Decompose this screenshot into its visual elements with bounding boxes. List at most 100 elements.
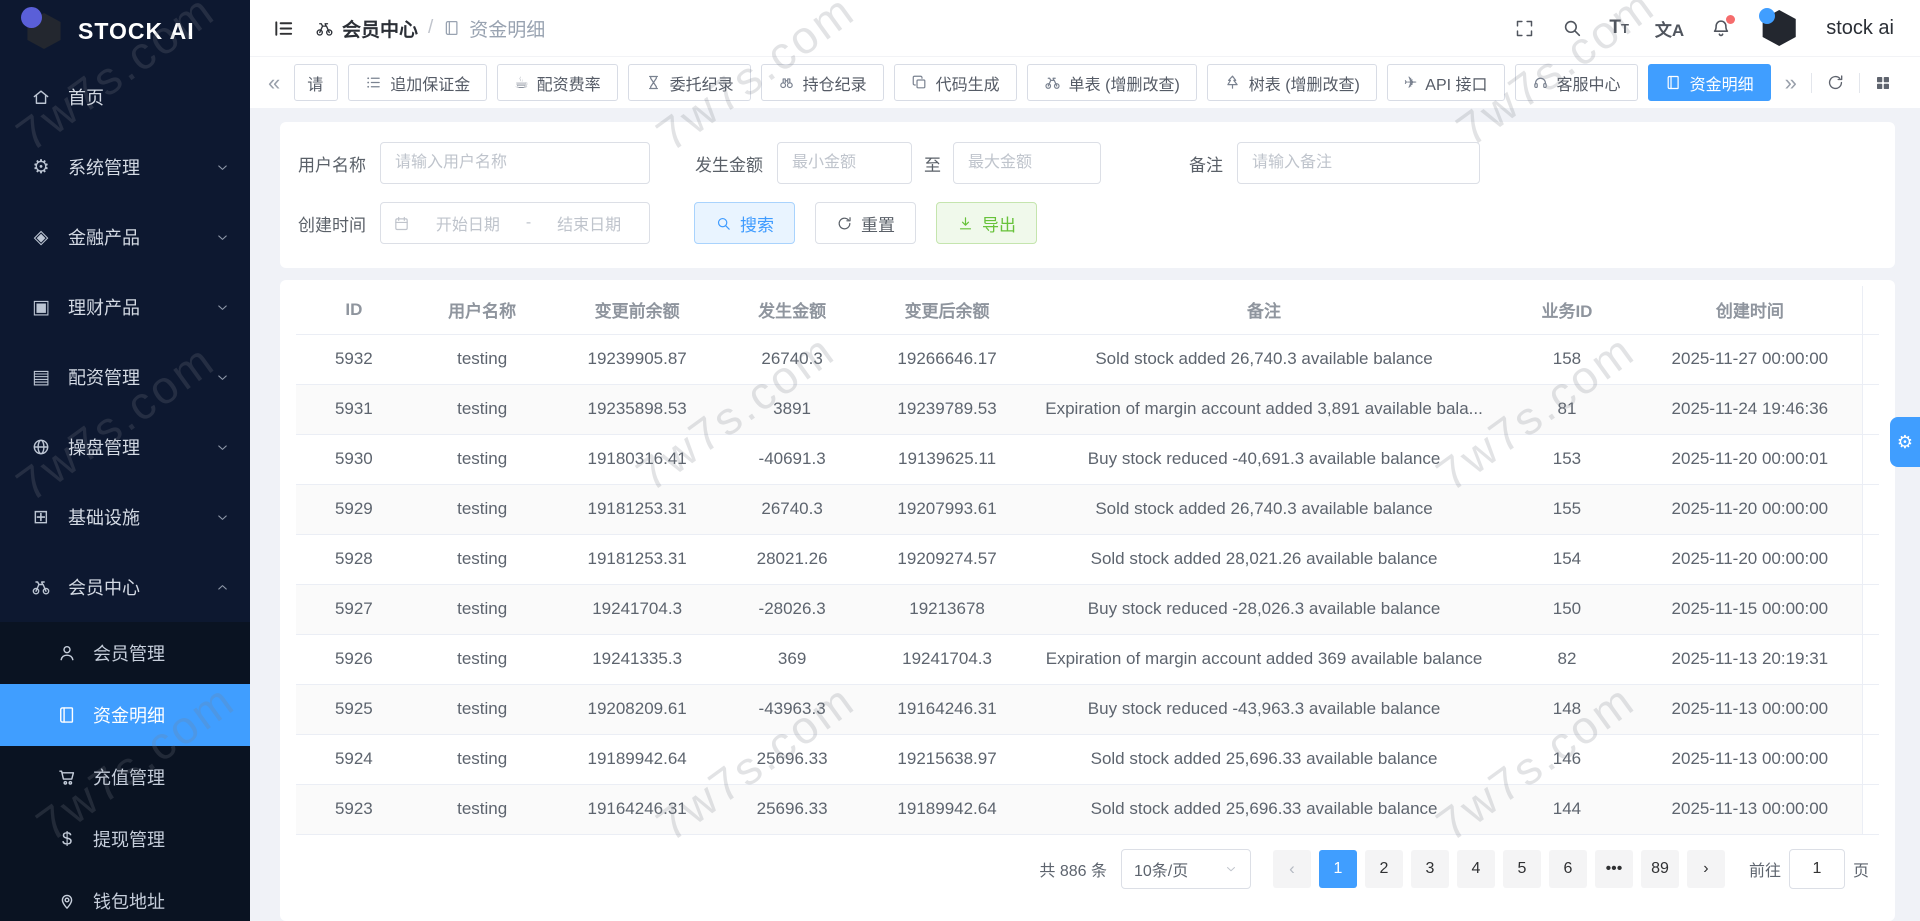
sidebar-item-home[interactable]: 首页 [0, 62, 250, 132]
chevron-down-icon [1224, 862, 1238, 876]
headset-icon [1532, 74, 1549, 91]
tab-tree-table-crud[interactable]: 树表 (增删改查) [1207, 64, 1377, 101]
refresh-icon[interactable] [1822, 73, 1849, 92]
sidebar-item-withdrawal-management[interactable]: $ 提现管理 [0, 808, 250, 870]
sidebar-item-system[interactable]: ⚙ 系统管理 [0, 132, 250, 202]
page-number-button[interactable]: ••• [1595, 850, 1633, 888]
tab-allocation-rate[interactable]: ☕ 配资费率 [497, 64, 617, 101]
sidebar-item-allocation[interactable]: ▤ 配资管理 [0, 342, 250, 412]
table-row[interactable]: 5925 testing 19208209.61 -43963.3 191642… [296, 684, 1879, 734]
cell-id: 5923 [296, 784, 412, 834]
table-row[interactable]: 5924 testing 19189942.64 25696.33 192156… [296, 734, 1879, 784]
table-scrollbar-gutter [1863, 484, 1879, 534]
pagination: 共 886 条 10条/页 ‹ 1 2 3 4 5 6 ••• 89 › 前往 [296, 845, 1879, 903]
cell-balance-after: 19215638.97 [863, 734, 1032, 784]
cell-balance-before: 19208209.61 [553, 684, 722, 734]
table-row[interactable]: 5932 testing 19239905.87 26740.3 1926664… [296, 334, 1879, 384]
table-row[interactable]: 5931 testing 19235898.53 3891 19239789.5… [296, 384, 1879, 434]
date-range-input[interactable]: 开始日期 - 结束日期 [380, 202, 650, 244]
cell-remark: Buy stock reduced -40,691.3 available ba… [1032, 434, 1497, 484]
created-time-label: 创建时间 [298, 211, 366, 236]
sidebar-item-infrastructure[interactable]: ⊞ 基础设施 [0, 482, 250, 552]
notification-bell-icon[interactable] [1710, 17, 1732, 39]
cell-balance-before: 19164246.31 [553, 784, 722, 834]
tab-position-records[interactable]: 持仓纪录 [761, 64, 884, 101]
cell-created-time: 2025-11-24 19:46:36 [1637, 384, 1862, 434]
tab-fund-details[interactable]: 资金明细 [1648, 64, 1771, 101]
filter-panel: 用户名称 发生金额 至 备注 创建时间 开始日期 - 结束日期 [280, 122, 1895, 268]
member-center-submenu: 会员管理 资金明细 充值管理 $ 提现管理 钱包地址 [0, 622, 250, 921]
cell-balance-after: 19241704.3 [863, 634, 1032, 684]
cell-id: 5931 [296, 384, 412, 434]
search-button[interactable]: 搜索 [694, 202, 795, 244]
cell-balance-before: 19181253.31 [553, 534, 722, 584]
user-name[interactable]: stock ai [1826, 17, 1894, 40]
tab-partial[interactable]: 请 [294, 64, 338, 101]
logo-mark-icon [24, 11, 64, 51]
goto-page: 前往 页 [1749, 849, 1869, 889]
sidebar-item-member-management[interactable]: 会员管理 [0, 622, 250, 684]
reset-button[interactable]: 重置 [815, 202, 916, 244]
tab-api[interactable]: ✈ API 接口 [1387, 64, 1505, 101]
table-header-row: ID 用户名称 变更前余额 发生金额 变更后余额 备注 业务ID 创建时间 [296, 286, 1879, 334]
cell-username: testing [412, 484, 553, 534]
page-number-button[interactable]: 89 [1641, 850, 1679, 888]
goto-page-input[interactable] [1789, 849, 1845, 889]
export-button[interactable]: 导出 [936, 202, 1037, 244]
page-number-button[interactable]: 4 [1457, 850, 1495, 888]
grid-layout-icon[interactable] [1870, 74, 1896, 92]
cell-remark: Buy stock reduced -43,963.3 available ba… [1032, 684, 1497, 734]
cell-username: testing [412, 534, 553, 584]
font-size-icon[interactable]: TT [1609, 17, 1629, 39]
remark-input[interactable] [1237, 142, 1480, 184]
page-number-button[interactable]: 2 [1365, 850, 1403, 888]
tab-customer-service[interactable]: 客服中心 [1515, 64, 1638, 101]
tabs-scroll-left-icon[interactable]: « [264, 72, 284, 94]
table-row[interactable]: 5927 testing 19241704.3 -28026.3 1921367… [296, 584, 1879, 634]
sidebar-toggle-icon[interactable] [272, 17, 295, 40]
table-row[interactable]: 5926 testing 19241335.3 369 19241704.3 E… [296, 634, 1879, 684]
calendar-icon [393, 215, 410, 232]
next-page-button[interactable]: › [1687, 850, 1725, 888]
cell-remark: Expiration of margin account added 3,891… [1032, 384, 1497, 434]
cell-balance-after: 19139625.11 [863, 434, 1032, 484]
search-icon[interactable] [1561, 17, 1583, 39]
table-row[interactable]: 5928 testing 19181253.31 28021.26 192092… [296, 534, 1879, 584]
amount-label: 发生金额 [695, 151, 763, 176]
sidebar-item-fund-details[interactable]: 资金明细 [0, 684, 250, 746]
cell-business-id: 150 [1497, 584, 1638, 634]
sidebar-item-finance-products[interactable]: ◈ 金融产品 [0, 202, 250, 272]
cell-id: 5932 [296, 334, 412, 384]
sidebar-item-recharge-management[interactable]: 充值管理 [0, 746, 250, 808]
sidebar-item-wallet-address[interactable]: 钱包地址 [0, 870, 250, 921]
tab-code-generation[interactable]: 代码生成 [894, 64, 1017, 101]
page-size-select[interactable]: 10条/页 [1121, 849, 1251, 889]
sidebar-item-wealth-products[interactable]: ▣ 理财产品 [0, 272, 250, 342]
page-number-button[interactable]: 6 [1549, 850, 1587, 888]
page-number-button[interactable]: 5 [1503, 850, 1541, 888]
cell-balance-before: 19235898.53 [553, 384, 722, 434]
page-number-button[interactable]: 3 [1411, 850, 1449, 888]
list-icon [365, 74, 382, 91]
tab-margin-call[interactable]: 追加保证金 [348, 64, 487, 101]
username-input[interactable] [380, 142, 650, 184]
prev-page-button[interactable]: ‹ [1273, 850, 1311, 888]
amount-max-input[interactable] [953, 142, 1101, 184]
breadcrumb-member-center[interactable]: 会员中心 [315, 15, 418, 42]
sidebar-item-member-center[interactable]: 会员中心 [0, 552, 250, 622]
tabs-scroll-right-icon[interactable]: » [1781, 72, 1801, 94]
sidebar-item-trading[interactable]: 操盘管理 [0, 412, 250, 482]
settings-gear-button[interactable]: ⚙ [1890, 417, 1920, 467]
table-row[interactable]: 5929 testing 19181253.31 26740.3 1920799… [296, 484, 1879, 534]
table-row[interactable]: 5930 testing 19180316.41 -40691.3 191396… [296, 434, 1879, 484]
table-row[interactable]: 5923 testing 19164246.31 25696.33 191899… [296, 784, 1879, 834]
translate-icon[interactable]: 文A [1655, 16, 1684, 41]
avatar[interactable] [1758, 7, 1800, 49]
amount-min-input[interactable] [777, 142, 912, 184]
tab-single-table-crud[interactable]: 单表 (增删改查) [1027, 64, 1197, 101]
goto-unit: 页 [1853, 857, 1869, 881]
tab-order-records[interactable]: 委托纪录 [628, 64, 751, 101]
page-number-button[interactable]: 1 [1319, 850, 1357, 888]
fullscreen-icon[interactable] [1514, 18, 1535, 39]
cell-balance-before: 19241335.3 [553, 634, 722, 684]
